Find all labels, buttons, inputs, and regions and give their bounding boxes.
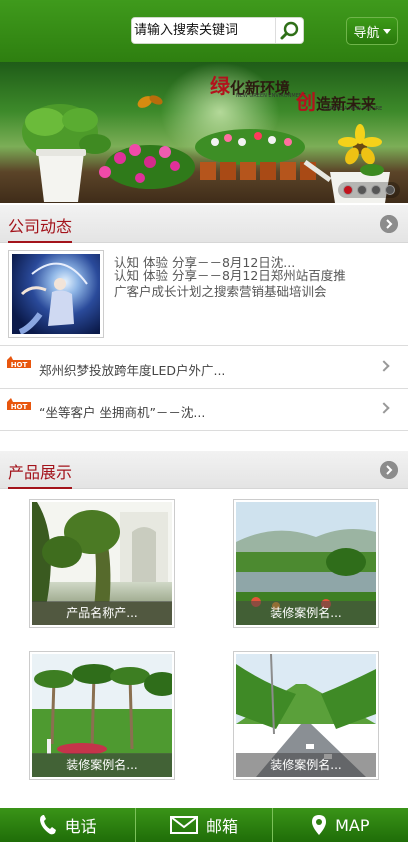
product-card[interactable]: 装修案例名... [233, 651, 379, 780]
bottom-action-bar: 电话 邮箱 MAP [0, 808, 408, 842]
archer-figure-illustration [18, 262, 88, 334]
chevron-right-circle-icon[interactable] [380, 461, 398, 479]
chevron-right-circle-icon[interactable] [380, 215, 398, 233]
news-thumbnail [8, 250, 104, 338]
news-item-title: 郑州织梦投放跨年度LED户外广... [39, 363, 226, 378]
svg-text:HOT: HOT [11, 361, 28, 369]
search-input[interactable] [132, 18, 278, 43]
news-section-title: 公司动态 [8, 213, 73, 243]
slide-indicators [338, 182, 400, 198]
mail-button[interactable]: 邮箱 [136, 808, 273, 842]
product-image: 装修案例名... [236, 502, 376, 625]
featured-news-description: 认知 体验 分享－－8月12日郑州站百度推广客户成长计划之搜索营销基础培训会 [114, 268, 346, 299]
chevron-right-icon [378, 402, 390, 414]
map-button[interactable]: MAP [273, 808, 408, 842]
product-image: 产品名称产... [32, 502, 172, 625]
search-icon [280, 21, 299, 40]
news-item-title: “坐等客户 坐拥商机”－－沈... [39, 405, 206, 420]
map-label: MAP [335, 815, 370, 835]
svg-text:HOT: HOT [11, 403, 28, 411]
search-box [131, 17, 304, 44]
nav-menu-button[interactable]: 导航 [346, 17, 398, 45]
news-section-header[interactable]: 公司动态 [0, 205, 408, 243]
product-caption: 装修案例名... [236, 601, 376, 625]
product-card[interactable]: 装修案例名... [233, 499, 379, 628]
slide-dot[interactable] [357, 185, 367, 195]
mail-icon [169, 816, 198, 834]
featured-news-item[interactable]: 认知 体验 分享－－8月12日沈... 认知 体验 分享－－8月12日郑州站百度… [0, 243, 408, 346]
product-image: 装修案例名... [32, 654, 172, 777]
mail-label: 邮箱 [205, 817, 238, 836]
product-card[interactable]: 装修案例名... [29, 651, 175, 780]
banner-slogan-2-sub: CREATE A NEW FUTURE [323, 106, 383, 112]
slide-dot[interactable] [371, 185, 381, 195]
product-card[interactable]: 产品名称产... [29, 499, 175, 628]
products-section-title: 产品展示 [8, 459, 73, 489]
slide-dot[interactable] [343, 185, 353, 195]
product-image: 装修案例名... [236, 654, 376, 777]
products-section-header[interactable]: 产品展示 [0, 451, 408, 489]
phone-icon [39, 815, 56, 835]
news-list-item[interactable]: HOT “坐等客户 坐拥商机”－－沈... [0, 389, 408, 431]
banner-slideshow[interactable]: 绿化新环境 NEW GREEN ENVIRONMENT 创造新未来 CREATE… [0, 62, 408, 203]
product-caption: 装修案例名... [236, 753, 376, 777]
slide-dot[interactable] [385, 185, 395, 195]
news-list-item[interactable]: HOT 郑州织梦投放跨年度LED户外广... [0, 347, 408, 389]
header-bar: 导航 [0, 0, 408, 62]
phone-label: 电话 [64, 817, 97, 836]
search-button[interactable] [275, 18, 303, 43]
phone-button[interactable]: 电话 [0, 808, 137, 842]
map-pin-icon [312, 815, 327, 835]
hot-badge-icon: HOT [7, 398, 31, 411]
chevron-down-icon [382, 28, 391, 34]
hot-badge-icon: HOT [7, 356, 31, 369]
product-caption: 产品名称产... [32, 601, 172, 625]
product-caption: 装修案例名... [32, 753, 172, 777]
nav-menu-label: 导航 [353, 25, 380, 41]
chevron-right-icon [378, 360, 390, 372]
